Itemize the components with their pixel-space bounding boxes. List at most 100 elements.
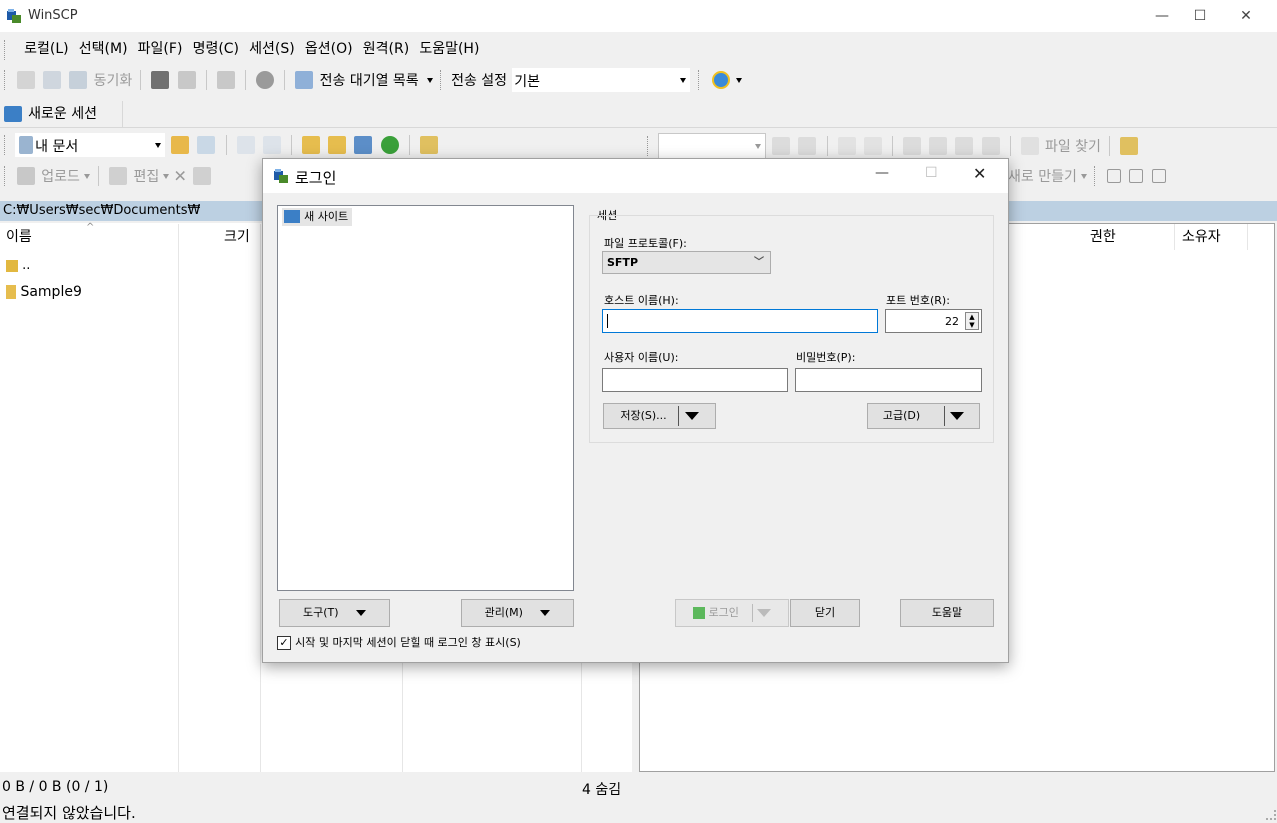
chevron-down-icon[interactable] <box>163 173 170 179</box>
sync-label[interactable]: 동기화 <box>94 73 133 89</box>
show-login-checkbox[interactable]: ✓ <box>277 635 291 650</box>
password-input[interactable] <box>795 368 982 392</box>
column-divider[interactable] <box>260 224 261 772</box>
queue-list-button[interactable]: 전송 대기열 목록 <box>320 73 419 89</box>
login-button[interactable]: 로그인 <box>675 599 789 627</box>
tree-item-new-site[interactable]: 새 사이트 <box>282 208 353 226</box>
new-button[interactable]: 새로 만들기 <box>1008 169 1077 185</box>
parent-dir-icon[interactable] <box>903 137 922 155</box>
back-icon[interactable] <box>236 136 255 154</box>
upload-button[interactable]: 업로드 <box>41 169 80 185</box>
maximize-button[interactable]: ☐ <box>1177 0 1223 32</box>
hidden-files-count[interactable]: 4 숨김 <box>582 779 621 799</box>
refresh-icon[interactable] <box>981 137 1000 155</box>
menu-command[interactable]: 명령(C) <box>190 36 242 62</box>
chevron-down-icon[interactable] <box>1081 173 1087 179</box>
chevron-down-icon <box>155 143 162 148</box>
toolbar-grip <box>4 166 8 186</box>
menu-session[interactable]: 세션(S) <box>246 36 298 62</box>
save-button[interactable]: 저장(S)... <box>603 403 716 429</box>
menu-help[interactable]: 도움말(H) <box>416 36 482 62</box>
column-divider[interactable] <box>1247 224 1248 250</box>
column-owner[interactable]: 소유자 <box>1182 224 1221 250</box>
column-size[interactable]: 크기 <box>224 224 250 250</box>
dialog-close-button[interactable]: ✕ <box>973 164 986 183</box>
local-location-select[interactable]: 내 문서 <box>15 133 166 157</box>
gear-icon[interactable] <box>256 71 275 89</box>
dialog-minimize-button[interactable]: — <box>875 165 889 181</box>
console-icon[interactable] <box>151 71 170 89</box>
chevron-down-icon <box>684 412 699 420</box>
toolbar-grip[interactable] <box>4 39 14 60</box>
menu-options[interactable]: 옵션(O) <box>302 36 356 62</box>
chevron-down-icon[interactable] <box>426 77 433 83</box>
compare-dirs-icon[interactable] <box>17 71 36 89</box>
transfer-preset-select[interactable]: 기본 <box>511 67 692 93</box>
preferences-icon[interactable] <box>711 71 730 89</box>
root-dir-icon[interactable] <box>929 137 948 155</box>
filter-icon[interactable] <box>1151 169 1166 183</box>
tree-icon[interactable] <box>1120 137 1139 155</box>
menu-select[interactable]: 선택(M) <box>76 36 131 62</box>
home-icon[interactable] <box>955 137 974 155</box>
rename-icon[interactable] <box>193 167 212 185</box>
column-name[interactable]: 이름 <box>6 224 32 250</box>
collapse-icon[interactable] <box>1129 169 1144 183</box>
menu-local[interactable]: 로컬(L) <box>21 36 71 62</box>
chevron-down-icon[interactable] <box>84 173 91 179</box>
username-input[interactable] <box>602 368 788 392</box>
find-files-button[interactable]: 파일 찾기 <box>1045 139 1101 155</box>
menu-file[interactable]: 파일(F) <box>135 36 186 62</box>
edit-button[interactable]: 편집 <box>133 169 159 185</box>
parent-dir-icon[interactable] <box>302 136 321 154</box>
putty-icon[interactable] <box>177 71 196 89</box>
column-divider[interactable] <box>1174 224 1175 250</box>
queue-icon[interactable] <box>295 71 314 89</box>
sync-icon[interactable] <box>69 71 88 89</box>
help-button[interactable]: 도움말 <box>900 599 994 627</box>
port-input[interactable]: 22 ▲ ▼ <box>885 309 982 333</box>
show-login-checkbox-row[interactable]: ✓ 시작 및 마지막 세션이 닫힐 때 로그인 창 표시(S) <box>277 635 521 651</box>
protocol-select[interactable]: SFTP ﹀ <box>602 251 771 274</box>
delete-icon[interactable]: ✕ <box>174 167 187 186</box>
list-item[interactable]: Sample9 <box>6 282 82 302</box>
login-icon <box>693 607 706 619</box>
session-tab[interactable]: 새로운 세션 <box>0 101 123 127</box>
column-divider[interactable] <box>178 224 179 772</box>
expand-icon[interactable] <box>1107 169 1122 183</box>
remote-location-select[interactable] <box>658 133 767 159</box>
forward-icon[interactable] <box>262 136 281 154</box>
home-icon[interactable] <box>354 136 373 154</box>
site-tree[interactable]: 새 사이트 <box>277 205 574 591</box>
close-window-button[interactable]: ✕ <box>1223 0 1269 32</box>
open-folder-icon[interactable] <box>171 136 190 154</box>
list-item[interactable]: .. <box>6 256 30 276</box>
tree-icon[interactable] <box>419 136 438 154</box>
root-dir-icon[interactable] <box>328 136 347 154</box>
filter-icon[interactable] <box>197 136 216 154</box>
menu-remote[interactable]: 원격(R) <box>360 36 412 62</box>
host-input[interactable] <box>602 309 878 333</box>
forward-icon[interactable] <box>863 137 882 155</box>
dialog-maximize-button[interactable]: ☐ <box>925 165 938 181</box>
chevron-down-icon[interactable] <box>735 77 742 83</box>
chevron-down-icon <box>950 412 965 420</box>
resize-grip[interactable] <box>1266 810 1276 820</box>
password-label: 비밀번호(P): <box>796 351 856 364</box>
back-icon[interactable] <box>837 137 856 155</box>
local-remote-switch-icon[interactable] <box>216 71 235 89</box>
filter-icon[interactable] <box>798 137 817 155</box>
open-folder-icon[interactable] <box>772 137 791 155</box>
transfer-settings-label: 전송 설정 <box>451 73 508 89</box>
advanced-button[interactable]: 고급(D) <box>867 403 980 429</box>
port-spinner[interactable]: ▲ ▼ <box>965 312 979 330</box>
close-button[interactable]: 닫기 <box>790 599 860 627</box>
search-icon[interactable] <box>1020 137 1039 155</box>
refresh-icon[interactable] <box>380 136 399 154</box>
protocol-value: SFTP <box>607 256 639 269</box>
divider <box>225 135 227 155</box>
tools-button[interactable]: 도구(T) <box>279 599 390 627</box>
sync-browse-icon[interactable] <box>43 71 62 89</box>
column-rights[interactable]: 권한 <box>1090 224 1116 250</box>
manage-button[interactable]: 관리(M) <box>461 599 574 627</box>
